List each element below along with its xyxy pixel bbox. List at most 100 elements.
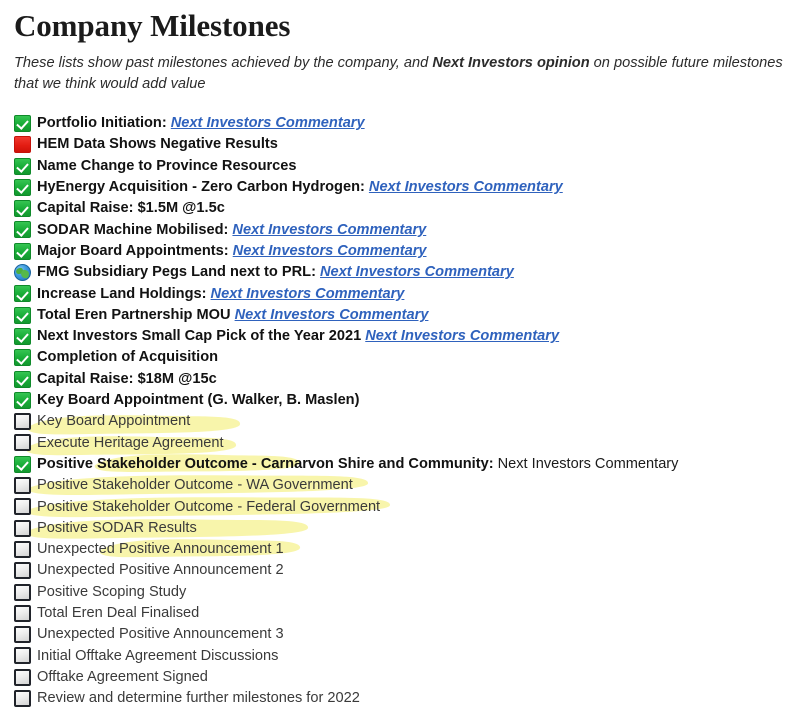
milestone-label-text: Execute Heritage Agreement bbox=[37, 434, 224, 451]
milestone-label: Unexpected Positive Announcement 3 bbox=[37, 627, 284, 642]
milestone-label: FMG Subsidiary Pegs Land next to PRL: Ne… bbox=[37, 265, 514, 280]
milestone-label: Positive SODAR Results bbox=[37, 521, 197, 536]
green-check-icon bbox=[14, 200, 31, 218]
green-check-icon bbox=[14, 349, 31, 367]
milestone-list: Portfolio Initiation: Next Investors Com… bbox=[10, 113, 790, 709]
milestone-label-text: Positive Stakeholder Outcome - Carnarvon… bbox=[37, 455, 498, 472]
milestone-label-text: Major Board Appointments: bbox=[37, 242, 233, 259]
milestone-row: HyEnergy Acquisition - Zero Carbon Hydro… bbox=[10, 177, 790, 198]
red-square-icon bbox=[14, 136, 31, 154]
milestone-label: Review and determine further milestones … bbox=[37, 691, 360, 706]
milestone-label: HEM Data Shows Negative Results bbox=[37, 137, 278, 152]
milestone-row: Name Change to Province Resources bbox=[10, 155, 790, 176]
milestone-label: Next Investors Small Cap Pick of the Yea… bbox=[37, 329, 559, 344]
empty-checkbox-icon bbox=[14, 647, 31, 665]
milestone-label-text: Offtake Agreement Signed bbox=[37, 668, 208, 685]
milestone-row: Review and determine further milestones … bbox=[10, 688, 790, 709]
milestone-row: FMG Subsidiary Pegs Land next to PRL: Ne… bbox=[10, 262, 790, 283]
milestone-label: Positive Stakeholder Outcome - Carnarvon… bbox=[37, 457, 678, 472]
milestone-row: Positive Scoping Study bbox=[10, 581, 790, 602]
next-investors-commentary-link[interactable]: Next Investors Commentary bbox=[171, 115, 365, 131]
green-check-icon bbox=[14, 455, 31, 473]
subtitle-text-before: These lists show past milestones achieve… bbox=[14, 54, 433, 71]
milestone-label: Positive Stakeholder Outcome - Federal G… bbox=[37, 499, 380, 515]
milestone-label-text: Name Change to Province Resources bbox=[37, 157, 297, 174]
green-check-icon bbox=[14, 157, 31, 175]
milestone-row: Major Board Appointments: Next Investors… bbox=[10, 241, 790, 262]
milestone-label-text: Unexpected Positive Announcement 1 bbox=[37, 541, 284, 558]
empty-checkbox-icon bbox=[14, 519, 31, 537]
green-check-icon bbox=[14, 242, 31, 260]
empty-checkbox-icon bbox=[14, 413, 31, 431]
milestone-row: Positive Stakeholder Outcome - Federal G… bbox=[10, 496, 790, 517]
milestone-row: Unexpected Positive Announcement 2 bbox=[10, 560, 790, 581]
green-check-icon bbox=[14, 370, 31, 388]
milestone-row: Positive Stakeholder Outcome - Carnarvon… bbox=[10, 454, 790, 475]
green-check-icon bbox=[14, 327, 31, 345]
milestone-label: Total Eren Deal Finalised bbox=[37, 606, 199, 621]
empty-checkbox-icon bbox=[14, 540, 31, 558]
green-check-icon bbox=[14, 221, 31, 239]
milestone-label: Capital Raise: $1.5M @1.5c bbox=[37, 201, 225, 216]
empty-checkbox-icon bbox=[14, 562, 31, 580]
milestone-row: Total Eren Partnership MOU Next Investor… bbox=[10, 305, 790, 326]
milestone-label-text: Key Board Appointment bbox=[37, 413, 191, 430]
milestones-page: Company Milestones These lists show past… bbox=[0, 0, 800, 720]
milestone-row: Positive SODAR Results bbox=[10, 517, 790, 538]
milestone-label-text: Initial Offtake Agreement Discussions bbox=[37, 647, 279, 664]
milestone-row: Completion of Acquisition bbox=[10, 347, 790, 368]
milestone-label: Major Board Appointments: Next Investors… bbox=[37, 244, 427, 259]
milestone-row: Capital Raise: $1.5M @1.5c bbox=[10, 198, 790, 219]
milestone-row: Initial Offtake Agreement Discussions bbox=[10, 645, 790, 666]
subtitle-emphasis: Next Investors opinion bbox=[432, 54, 590, 71]
milestone-label-text: Positive Scoping Study bbox=[37, 583, 187, 600]
next-investors-commentary-link[interactable]: Next Investors Commentary bbox=[211, 286, 405, 302]
milestone-row: Portfolio Initiation: Next Investors Com… bbox=[10, 113, 790, 134]
green-check-icon bbox=[14, 114, 31, 132]
next-investors-commentary-link[interactable]: Next Investors Commentary bbox=[233, 243, 427, 259]
milestone-label: SODAR Machine Mobilised: Next Investors … bbox=[37, 221, 426, 238]
next-investors-commentary-link[interactable]: Next Investors Commentary bbox=[232, 222, 426, 238]
empty-checkbox-icon bbox=[14, 498, 31, 516]
milestone-row: Unexpected Positive Announcement 3 bbox=[10, 624, 790, 645]
empty-checkbox-icon bbox=[14, 689, 31, 707]
milestone-row: Offtake Agreement Signed bbox=[10, 667, 790, 688]
milestone-row: Key Board Appointment (G. Walker, B. Mas… bbox=[10, 390, 790, 411]
milestone-label: HyEnergy Acquisition - Zero Carbon Hydro… bbox=[37, 180, 563, 195]
milestone-label: Positive Scoping Study bbox=[37, 583, 187, 600]
milestone-label: Total Eren Partnership MOU Next Investor… bbox=[37, 308, 428, 323]
milestone-label: Offtake Agreement Signed bbox=[37, 670, 208, 685]
milestone-label: Initial Offtake Agreement Discussions bbox=[37, 647, 279, 664]
milestone-label-text: Unexpected Positive Announcement 3 bbox=[37, 626, 284, 643]
milestone-label: Positive Stakeholder Outcome - WA Govern… bbox=[37, 478, 353, 493]
next-investors-commentary-link[interactable]: Next Investors Commentary bbox=[235, 307, 429, 323]
milestone-label: Execute Heritage Agreement bbox=[37, 434, 224, 451]
page-subtitle: These lists show past milestones achieve… bbox=[10, 53, 790, 96]
next-investors-commentary-link[interactable]: Next Investors Commentary bbox=[369, 179, 563, 195]
empty-checkbox-icon bbox=[14, 626, 31, 644]
empty-checkbox-icon bbox=[14, 583, 31, 601]
milestone-label-text: Positive SODAR Results bbox=[37, 519, 197, 536]
milestone-label: Portfolio Initiation: Next Investors Com… bbox=[37, 116, 365, 131]
milestone-label-text: HyEnergy Acquisition - Zero Carbon Hydro… bbox=[37, 179, 369, 196]
milestone-label-text: Total Eren Partnership MOU bbox=[37, 306, 235, 323]
milestone-row: HEM Data Shows Negative Results bbox=[10, 134, 790, 155]
milestone-label: Increase Land Holdings: Next Investors C… bbox=[37, 286, 405, 302]
milestone-label-text: Positive Stakeholder Outcome - WA Govern… bbox=[37, 477, 353, 494]
milestone-label-text: Unexpected Positive Announcement 2 bbox=[37, 562, 284, 579]
milestone-label-text: Review and determine further milestones … bbox=[37, 690, 360, 707]
milestone-label-text: Completion of Acquisition bbox=[37, 349, 219, 366]
next-investors-commentary-link[interactable]: Next Investors Commentary bbox=[365, 328, 559, 344]
milestone-label-text: Total Eren Deal Finalised bbox=[37, 605, 200, 621]
milestone-row: Unexpected Positive Announcement 1 bbox=[10, 539, 790, 560]
milestone-label: Name Change to Province Resources bbox=[37, 157, 297, 174]
milestone-label-text: SODAR Machine Mobilised: bbox=[37, 221, 233, 238]
milestone-label-text: Capital Raise: $1.5M @1.5c bbox=[37, 200, 225, 217]
empty-checkbox-icon bbox=[14, 477, 31, 495]
milestone-label: Capital Raise: $18M @15c bbox=[37, 371, 217, 387]
empty-checkbox-icon bbox=[14, 668, 31, 686]
next-investors-commentary-link[interactable]: Next Investors Commentary bbox=[320, 264, 514, 280]
milestone-row: SODAR Machine Mobilised: Next Investors … bbox=[10, 219, 790, 240]
milestone-label: Unexpected Positive Announcement 1 bbox=[37, 542, 284, 557]
globe-icon bbox=[14, 264, 31, 282]
